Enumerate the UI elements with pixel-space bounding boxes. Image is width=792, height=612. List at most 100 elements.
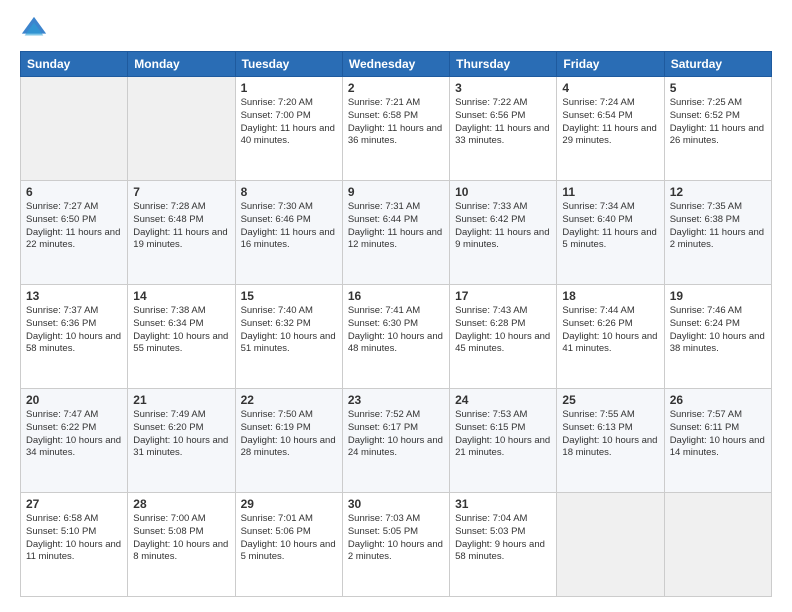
cell-content: Sunrise: 7:53 AM Sunset: 6:15 PM Dayligh… — [455, 409, 551, 460]
day-number: 26 — [670, 393, 766, 407]
calendar-cell: 31Sunrise: 7:04 AM Sunset: 5:03 PM Dayli… — [450, 493, 557, 597]
cell-content: Sunrise: 7:25 AM Sunset: 6:52 PM Dayligh… — [670, 97, 766, 148]
calendar-cell: 4Sunrise: 7:24 AM Sunset: 6:54 PM Daylig… — [557, 77, 664, 181]
day-number: 13 — [26, 289, 122, 303]
cell-content: Sunrise: 7:21 AM Sunset: 6:58 PM Dayligh… — [348, 97, 444, 148]
cell-content: Sunrise: 7:43 AM Sunset: 6:28 PM Dayligh… — [455, 305, 551, 356]
day-number: 7 — [133, 185, 229, 199]
day-number: 11 — [562, 185, 658, 199]
calendar-cell: 16 Sunrise: 7:41 AM Sunset: 6:30 PM Dayli… — [342, 285, 449, 389]
header-row: SundayMondayTuesdayWednesdayThursdayFrid… — [21, 52, 772, 77]
day-number: 15 — [241, 289, 337, 303]
day-number: 6 — [26, 185, 122, 199]
cell-content: Sunrise: 7:37 AM Sunset: 6:36 PM Dayligh… — [26, 305, 122, 356]
calendar-cell: 28Sunrise: 7:00 AM Sunset: 5:08 PM Dayli… — [128, 493, 235, 597]
calendar-cell: 2 Sunrise: 7:21 AM Sunset: 6:58 PM Daylig… — [342, 77, 449, 181]
day-number: 8 — [241, 185, 337, 199]
cell-content: Sunrise: 7:04 AM Sunset: 5:03 PM Dayligh… — [455, 513, 551, 564]
calendar-cell: 6 Sunrise: 7:27 AM Sunset: 6:50 PM Daylig… — [21, 181, 128, 285]
calendar-cell: 23 Sunrise: 7:52 AM Sunset: 6:17 PM Dayli… — [342, 389, 449, 493]
calendar-cell: 27 Sunrise: 6:58 AM Sunset: 5:10 PM Dayli… — [21, 493, 128, 597]
day-number: 10 — [455, 185, 551, 199]
cell-content: Sunrise: 7:46 AM Sunset: 6:24 PM Dayligh… — [670, 305, 766, 356]
header — [20, 15, 772, 43]
calendar-cell — [664, 493, 771, 597]
calendar-cell: 20 Sunrise: 7:47 AM Sunset: 6:22 PM Dayli… — [21, 389, 128, 493]
cell-content: Sunrise: 7:49 AM Sunset: 6:20 PM Dayligh… — [133, 409, 229, 460]
day-number: 3 — [455, 81, 551, 95]
calendar-cell — [128, 77, 235, 181]
logo — [20, 15, 52, 43]
day-number: 18 — [562, 289, 658, 303]
cell-content: Sunrise: 7:41 AM Sunset: 6:30 PM Dayligh… — [348, 305, 444, 356]
cell-content: Sunrise: 7:35 AM Sunset: 6:38 PM Dayligh… — [670, 201, 766, 252]
day-number: 19 — [670, 289, 766, 303]
cell-content: Sunrise: 7:24 AM Sunset: 6:54 PM Dayligh… — [562, 97, 658, 148]
calendar-week-row: 1Sunrise: 7:20 AM Sunset: 7:00 PM Daylig… — [21, 77, 772, 181]
cell-content: Sunrise: 7:57 AM Sunset: 6:11 PM Dayligh… — [670, 409, 766, 460]
calendar-cell: 15 Sunrise: 7:40 AM Sunset: 6:32 PM Dayli… — [235, 285, 342, 389]
page: SundayMondayTuesdayWednesdayThursdayFrid… — [0, 0, 792, 612]
weekday-header: Sunday — [21, 52, 128, 77]
day-number: 2 — [348, 81, 444, 95]
calendar-table: SundayMondayTuesdayWednesdayThursdayFrid… — [20, 51, 772, 597]
calendar-cell: 18Sunrise: 7:44 AM Sunset: 6:26 PM Dayli… — [557, 285, 664, 389]
day-number: 20 — [26, 393, 122, 407]
day-number: 16 — [348, 289, 444, 303]
weekday-header: Wednesday — [342, 52, 449, 77]
cell-content: Sunrise: 7:47 AM Sunset: 6:22 PM Dayligh… — [26, 409, 122, 460]
day-number: 24 — [455, 393, 551, 407]
logo-icon — [20, 15, 48, 43]
calendar-cell: 25Sunrise: 7:55 AM Sunset: 6:13 PM Dayli… — [557, 389, 664, 493]
calendar-cell: 26 Sunrise: 7:57 AM Sunset: 6:11 PM Dayli… — [664, 389, 771, 493]
day-number: 1 — [241, 81, 337, 95]
day-number: 22 — [241, 393, 337, 407]
calendar-cell: 5 Sunrise: 7:25 AM Sunset: 6:52 PM Daylig… — [664, 77, 771, 181]
cell-content: Sunrise: 7:30 AM Sunset: 6:46 PM Dayligh… — [241, 201, 337, 252]
day-number: 27 — [26, 497, 122, 511]
cell-content: Sunrise: 7:38 AM Sunset: 6:34 PM Dayligh… — [133, 305, 229, 356]
calendar-cell: 21 Sunrise: 7:49 AM Sunset: 6:20 PM Dayli… — [128, 389, 235, 493]
cell-content: Sunrise: 7:27 AM Sunset: 6:50 PM Dayligh… — [26, 201, 122, 252]
cell-content: Sunrise: 7:50 AM Sunset: 6:19 PM Dayligh… — [241, 409, 337, 460]
calendar-week-row: 13 Sunrise: 7:37 AM Sunset: 6:36 PM Dayli… — [21, 285, 772, 389]
calendar-cell: 10 Sunrise: 7:33 AM Sunset: 6:42 PM Dayli… — [450, 181, 557, 285]
cell-content: Sunrise: 7:22 AM Sunset: 6:56 PM Dayligh… — [455, 97, 551, 148]
day-number: 21 — [133, 393, 229, 407]
day-number: 25 — [562, 393, 658, 407]
cell-content: Sunrise: 7:00 AM Sunset: 5:08 PM Dayligh… — [133, 513, 229, 564]
cell-content: Sunrise: 7:28 AM Sunset: 6:48 PM Dayligh… — [133, 201, 229, 252]
cell-content: Sunrise: 7:52 AM Sunset: 6:17 PM Dayligh… — [348, 409, 444, 460]
calendar-cell: 30 Sunrise: 7:03 AM Sunset: 5:05 PM Dayli… — [342, 493, 449, 597]
day-number: 14 — [133, 289, 229, 303]
calendar-cell: 13 Sunrise: 7:37 AM Sunset: 6:36 PM Dayli… — [21, 285, 128, 389]
calendar-week-row: 6 Sunrise: 7:27 AM Sunset: 6:50 PM Daylig… — [21, 181, 772, 285]
weekday-header: Friday — [557, 52, 664, 77]
calendar-cell: 17 Sunrise: 7:43 AM Sunset: 6:28 PM Dayli… — [450, 285, 557, 389]
day-number: 17 — [455, 289, 551, 303]
cell-content: Sunrise: 7:03 AM Sunset: 5:05 PM Dayligh… — [348, 513, 444, 564]
calendar-cell: 14 Sunrise: 7:38 AM Sunset: 6:34 PM Dayli… — [128, 285, 235, 389]
calendar-cell: 22 Sunrise: 7:50 AM Sunset: 6:19 PM Dayli… — [235, 389, 342, 493]
cell-content: Sunrise: 7:33 AM Sunset: 6:42 PM Dayligh… — [455, 201, 551, 252]
day-number: 9 — [348, 185, 444, 199]
day-number: 29 — [241, 497, 337, 511]
weekday-header: Saturday — [664, 52, 771, 77]
calendar-cell: 12Sunrise: 7:35 AM Sunset: 6:38 PM Dayli… — [664, 181, 771, 285]
day-number: 5 — [670, 81, 766, 95]
day-number: 30 — [348, 497, 444, 511]
cell-content: Sunrise: 7:01 AM Sunset: 5:06 PM Dayligh… — [241, 513, 337, 564]
calendar-cell: 3 Sunrise: 7:22 AM Sunset: 6:56 PM Daylig… — [450, 77, 557, 181]
cell-content: Sunrise: 6:58 AM Sunset: 5:10 PM Dayligh… — [26, 513, 122, 564]
calendar-cell: 24 Sunrise: 7:53 AM Sunset: 6:15 PM Dayli… — [450, 389, 557, 493]
calendar-cell: 1Sunrise: 7:20 AM Sunset: 7:00 PM Daylig… — [235, 77, 342, 181]
day-number: 23 — [348, 393, 444, 407]
cell-content: Sunrise: 7:31 AM Sunset: 6:44 PM Dayligh… — [348, 201, 444, 252]
weekday-header: Tuesday — [235, 52, 342, 77]
cell-content: Sunrise: 7:40 AM Sunset: 6:32 PM Dayligh… — [241, 305, 337, 356]
calendar-cell — [21, 77, 128, 181]
calendar-cell — [557, 493, 664, 597]
calendar-week-row: 20 Sunrise: 7:47 AM Sunset: 6:22 PM Dayli… — [21, 389, 772, 493]
calendar-week-row: 27 Sunrise: 6:58 AM Sunset: 5:10 PM Dayli… — [21, 493, 772, 597]
calendar-cell: 19 Sunrise: 7:46 AM Sunset: 6:24 PM Dayli… — [664, 285, 771, 389]
